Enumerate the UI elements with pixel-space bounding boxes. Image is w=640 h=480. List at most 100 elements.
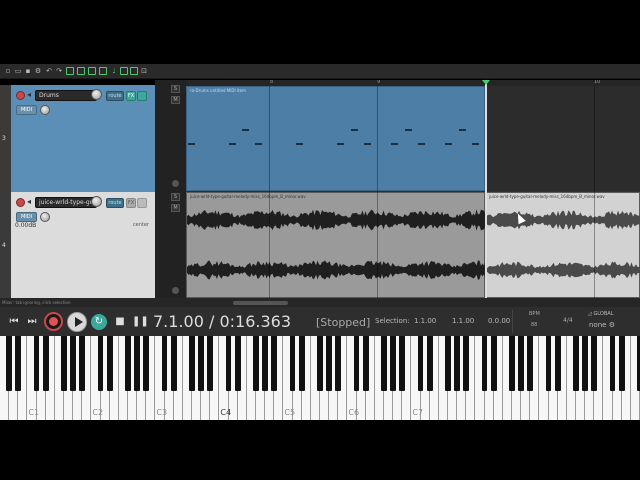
bpm-value[interactable]: 88: [531, 322, 537, 328]
midi-item[interactable]: ra-Drums untitled MIDI item: [186, 86, 485, 191]
black-key[interactable]: [125, 336, 131, 391]
black-key[interactable]: [33, 336, 40, 391]
black-key[interactable]: [509, 336, 515, 391]
track-name-field[interactable]: Drums: [35, 90, 97, 101]
horizontal-scrollbar[interactable]: [233, 301, 288, 305]
black-key[interactable]: [234, 336, 241, 391]
go-to-start-icon[interactable]: ⏮: [8, 314, 20, 330]
record-button[interactable]: [44, 312, 63, 331]
audio-item[interactable]: juice-wrld-type-guitar-melody-miss_164bp…: [485, 192, 640, 298]
solo-button[interactable]: S: [171, 193, 180, 201]
lock-toggle-icon[interactable]: ⊡: [140, 67, 148, 75]
snap-icon[interactable]: [77, 67, 85, 75]
track-header-guitar[interactable]: ◂ juice-wrld-type-guitar- route FX MIDI …: [11, 192, 155, 299]
redo-icon[interactable]: ↷: [55, 67, 63, 75]
record-arm-button[interactable]: [16, 198, 25, 207]
black-key[interactable]: [399, 336, 406, 391]
selection-end[interactable]: 1.1.00: [452, 317, 474, 325]
black-key[interactable]: [6, 336, 13, 391]
black-key[interactable]: [445, 336, 451, 391]
black-key[interactable]: [79, 336, 86, 391]
black-key[interactable]: [15, 336, 22, 391]
ripple-icon[interactable]: [88, 67, 96, 75]
play-button[interactable]: [67, 312, 87, 332]
black-key[interactable]: [454, 336, 461, 391]
open-icon[interactable]: ▭: [14, 67, 22, 75]
track-name-field[interactable]: juice-wrld-type-guitar-: [35, 197, 97, 208]
input-monitor-icon[interactable]: MIDI: [16, 105, 37, 115]
black-key[interactable]: [106, 336, 113, 391]
black-key[interactable]: [298, 336, 305, 391]
virtual-keyboard[interactable]: C1 C2 C3 C4 C5 C6 C7: [0, 336, 640, 420]
black-key[interactable]: [554, 336, 561, 391]
black-key[interactable]: [518, 336, 525, 391]
black-key[interactable]: [317, 336, 323, 391]
black-key[interactable]: [262, 336, 269, 391]
black-key[interactable]: [253, 336, 259, 391]
envelope-icon[interactable]: [130, 67, 138, 75]
black-key[interactable]: [362, 336, 369, 391]
black-key[interactable]: [335, 336, 342, 391]
global-value[interactable]: none ⚙: [589, 321, 615, 329]
fx-bypass-icon[interactable]: [172, 287, 179, 294]
black-key[interactable]: [289, 336, 296, 391]
volume-knob[interactable]: [91, 89, 102, 100]
black-key[interactable]: [591, 336, 598, 391]
black-key[interactable]: [207, 336, 214, 391]
black-key[interactable]: [618, 336, 625, 391]
black-key[interactable]: [198, 336, 205, 391]
black-key[interactable]: [381, 336, 387, 391]
pause-icon[interactable]: ❚❚: [132, 314, 149, 330]
settings-icon[interactable]: ⚙: [34, 67, 42, 75]
fx-button[interactable]: FX: [126, 91, 136, 101]
mute-button[interactable]: M: [171, 204, 180, 212]
black-key[interactable]: [225, 336, 232, 391]
selection-length[interactable]: 0.0.00: [488, 317, 510, 325]
black-key[interactable]: [582, 336, 589, 391]
black-key[interactable]: [70, 336, 77, 391]
black-key[interactable]: [42, 336, 49, 391]
playhead-marker[interactable]: [482, 80, 490, 85]
black-key[interactable]: [134, 336, 141, 391]
time-signature[interactable]: 4/4: [563, 317, 573, 324]
fx-button[interactable]: FX: [126, 198, 136, 208]
go-to-end-icon[interactable]: ⏭: [26, 314, 38, 330]
route-button[interactable]: route: [106, 198, 124, 208]
black-key[interactable]: [527, 336, 534, 391]
black-key[interactable]: [417, 336, 424, 391]
route-button[interactable]: route: [106, 91, 124, 101]
black-key[interactable]: [271, 336, 278, 391]
lock-icon[interactable]: [99, 67, 107, 75]
record-arm-button[interactable]: [16, 91, 25, 100]
tempo-box[interactable]: BPM 88: [512, 310, 556, 333]
new-file-icon[interactable]: ▫: [4, 67, 12, 75]
edit-cursor[interactable]: [485, 80, 487, 298]
group-icon[interactable]: [120, 67, 128, 75]
black-key[interactable]: [463, 336, 470, 391]
black-key[interactable]: [609, 336, 616, 391]
black-key[interactable]: [573, 336, 579, 391]
grid-icon[interactable]: [66, 67, 74, 75]
black-key[interactable]: [426, 336, 433, 391]
loop-button[interactable]: ↻: [91, 314, 107, 330]
envelope-button[interactable]: [137, 198, 147, 208]
black-key[interactable]: [161, 336, 168, 391]
envelope-button[interactable]: [137, 91, 147, 101]
audio-item[interactable]: juice-wrld-type-guitar-melody-miss_164bp…: [186, 192, 486, 298]
black-key[interactable]: [143, 336, 150, 391]
stop-icon[interactable]: ■: [114, 314, 126, 330]
pan-knob[interactable]: [40, 212, 50, 222]
undo-icon[interactable]: ↶: [45, 67, 53, 75]
input-monitor-icon[interactable]: MIDI: [16, 212, 37, 222]
black-key[interactable]: [481, 336, 488, 391]
black-key[interactable]: [390, 336, 397, 391]
black-key[interactable]: [97, 336, 104, 391]
black-key[interactable]: [326, 336, 333, 391]
black-key[interactable]: [189, 336, 195, 391]
arrange-view[interactable]: 8 9 10 ra-Drums untitled MIDI item juice…: [186, 80, 640, 298]
mute-button[interactable]: M: [171, 96, 180, 104]
black-key[interactable]: [353, 336, 360, 391]
metronome-icon[interactable]: ♩: [110, 67, 118, 75]
black-key[interactable]: [170, 336, 177, 391]
pan-knob[interactable]: [40, 105, 50, 115]
